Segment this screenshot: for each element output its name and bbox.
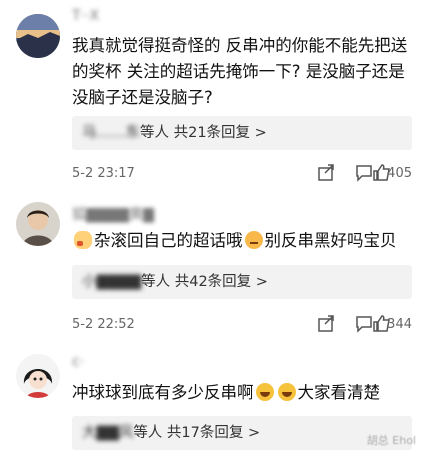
reply-count: 共42条回复 > [174,274,268,290]
reply-count: 共21条回复 > [173,125,267,141]
reply-summary[interactable]: 小▇▇▇▇等人 共42条回复 > [72,265,412,299]
reply-suffix: 等人 [133,425,163,441]
comment-text: 冲球球到底有多少反串啊 大家看清楚 [72,380,410,406]
username[interactable]: 狐▇▇▇▇黄▇ [72,204,154,223]
chick-emoji-icon [74,231,92,249]
laughing-emoji-icon [255,383,274,401]
comment-footer: 5-2 22:52 344 [72,314,412,336]
comment-text: 杂滚回自己的超话哦 别反串黑好吗宝贝 [72,228,410,254]
comment-text-part: 大家看清楚 [297,383,381,402]
thinking-emoji-icon [244,231,263,249]
like-count: 344 [387,317,412,332]
reply-usernames: 小▇▇▇▇ [82,274,142,290]
comment-text-part: 别反串黑好吗宝贝 [264,231,397,250]
reply-suffix: 等人 [141,274,171,290]
share-icon[interactable] [316,314,336,334]
reply-summary[interactable]: 马……东等人 共21条回复 > [72,116,412,150]
watermark: 胡总 Ehol [366,434,416,447]
comment-text-part: 冲球球到底有多少反串啊 [72,383,254,402]
like-count: 405 [387,166,412,181]
timestamp: 5-2 23:17 [72,166,135,181]
username[interactable]: T··X [72,8,99,26]
comment-item: T··X 我真就觉得挺奇怪的 反串冲的你能不能先把送的奖杯 关注的超话先掩饰一下… [0,0,422,186]
share-icon[interactable] [316,163,336,183]
timestamp: 5-2 22:52 [72,317,135,332]
reply-usernames: 大▇▇风 [82,425,134,441]
reply-usernames: 马……东 [82,125,140,141]
reply-suffix: 等人 [140,125,169,141]
comment-text: 我真就觉得挺奇怪的 反串冲的你能不能先把送的奖杯 关注的超话先掩饰一下? 是没脑… [72,36,408,107]
comment-item: 狐▇▇▇▇黄▇ 杂滚回自己的超话哦 别反串黑好吗宝贝 小▇▇▇▇等人 共42条回复… [0,186,422,336]
laughing-emoji-icon [277,383,296,401]
comment-footer: 5-2 23:17 405 [72,163,412,185]
avatar[interactable] [16,354,60,398]
comment-text-part: 杂滚回自己的超话哦 [94,231,243,250]
avatar[interactable] [16,14,60,58]
reply-count: 共17条回复 > [166,425,261,441]
reply-summary[interactable]: 大▇▇风等人 共17条回复 > [72,416,412,450]
comment-icon[interactable] [354,314,374,334]
comment-icon[interactable] [354,163,374,183]
username[interactable]: c· [72,354,84,372]
avatar[interactable] [16,202,60,246]
comment-item: c· 冲球球到底有多少反串啊 大家看清楚 大▇▇风等人 共17条回复 > [0,336,422,452]
